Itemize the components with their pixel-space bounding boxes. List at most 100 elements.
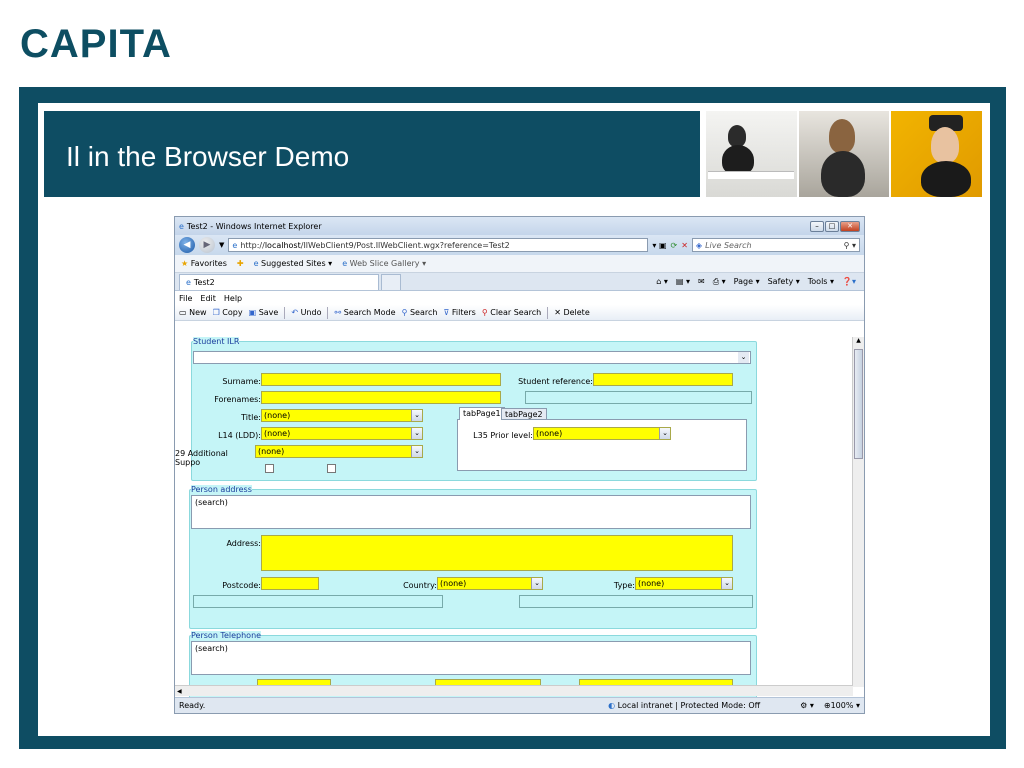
extra-field[interactable] — [525, 391, 752, 404]
feeds-icon[interactable]: ▤ ▾ — [676, 277, 690, 287]
address-search-box[interactable]: (search) — [191, 495, 751, 529]
minimize-button[interactable]: – — [810, 220, 824, 232]
mail-icon[interactable]: ✉ — [698, 277, 705, 287]
ie-logo-icon: e — [186, 278, 191, 287]
star-icon: ★ — [181, 259, 189, 268]
history-dropdown-icon[interactable]: ▼ — [219, 241, 224, 249]
delete-label: Delete — [563, 308, 590, 317]
refresh-icon[interactable]: ⟳ — [671, 241, 678, 250]
student-ref-input[interactable] — [593, 373, 733, 386]
tab-page2[interactable]: tabPage2 — [501, 408, 547, 420]
stop-icon[interactable]: ✕ — [681, 241, 688, 250]
url-prefix: http:// — [240, 240, 265, 250]
postcode-input[interactable] — [261, 577, 319, 590]
app-menu-bar: File Edit Help — [175, 291, 864, 305]
menu-file[interactable]: File — [179, 294, 192, 303]
title-select[interactable]: (none) ⌄ — [261, 409, 423, 422]
safety-menu[interactable]: Safety ▾ — [768, 277, 800, 287]
address-bar-row: ◀ ▶ ▼ e http://localhost/IlWebClient9/Po… — [175, 235, 864, 255]
live-search-logo-icon: ◈ — [695, 240, 703, 250]
l14-select[interactable]: (none) ⌄ — [261, 427, 423, 440]
menu-edit[interactable]: Edit — [200, 294, 216, 303]
chevron-down-icon[interactable]: ⌄ — [411, 410, 422, 421]
forenames-input[interactable] — [261, 391, 501, 404]
capita-logo: CAPITA — [20, 22, 172, 66]
favorites-button[interactable]: ★ Favorites — [181, 259, 227, 268]
web-slice-label: Web Slice Gallery ▾ — [349, 259, 427, 268]
student-ref-label: Student reference: — [518, 377, 593, 386]
new-tab-button[interactable] — [381, 274, 401, 290]
undo-button[interactable]: ↶ Undo — [291, 308, 321, 317]
home-icon[interactable]: ⌂ ▾ — [656, 277, 668, 287]
protected-mode-icon[interactable]: ⚙ ▾ — [800, 701, 824, 710]
add-favorite-icon[interactable]: ✚ — [237, 259, 244, 268]
type-label: Type: — [613, 581, 635, 590]
tools-menu[interactable]: Tools ▾ — [808, 277, 834, 287]
chevron-down-icon[interactable]: ⌄ — [531, 578, 542, 589]
zoom-control[interactable]: ⊕100% ▾ — [824, 701, 860, 710]
suggested-sites-link[interactable]: e Suggested Sites ▾ — [254, 259, 333, 268]
delete-icon: ✕ — [554, 308, 561, 317]
help-icon[interactable]: ❓▾ — [842, 277, 856, 287]
forward-button[interactable]: ▶ — [199, 237, 215, 253]
chevron-down-icon[interactable]: ⌄ — [721, 578, 732, 589]
chevron-down-icon[interactable]: ⌄ — [659, 428, 670, 439]
tab-title: Test2 — [193, 278, 215, 287]
title-value: (none) — [264, 411, 291, 420]
address-extra-field-2[interactable] — [519, 595, 753, 608]
chevron-down-icon[interactable]: ⌄ — [411, 446, 422, 457]
web-slice-gallery-link[interactable]: e Web Slice Gallery ▾ — [342, 259, 426, 268]
clear-search-label: Clear Search — [490, 308, 542, 317]
photo-student-reading — [798, 111, 890, 197]
scroll-thumb[interactable] — [854, 349, 863, 459]
copy-button[interactable]: ❐ Copy — [213, 308, 243, 317]
chevron-down-icon[interactable]: ⌄ — [411, 428, 422, 439]
photo-student-thinking — [891, 111, 983, 197]
scroll-left-icon[interactable]: ◀ — [175, 688, 182, 695]
tab-page1[interactable]: tabPage1 — [459, 407, 505, 420]
undo-icon: ↶ — [291, 308, 299, 317]
l35-select[interactable]: (none) ⌄ — [533, 427, 671, 440]
back-button[interactable]: ◀ — [179, 237, 195, 253]
print-icon[interactable]: ⎙ ▾ — [713, 277, 726, 287]
country-label: Country: — [403, 581, 437, 590]
delete-button[interactable]: ✕ Delete — [554, 308, 590, 317]
search-mode-button[interactable]: ⚯ Search Mode — [334, 308, 395, 317]
save-button[interactable]: ▣ Save — [249, 308, 279, 317]
checkbox-2[interactable] — [327, 464, 336, 473]
l29-select[interactable]: (none) ⌄ — [255, 445, 423, 458]
clear-search-button[interactable]: ⚲ Clear Search — [482, 308, 541, 317]
maximize-button[interactable]: □ — [825, 220, 839, 232]
favorites-label: Favorites — [190, 259, 227, 268]
compat-view-icon[interactable]: ▾ ▣ — [652, 241, 666, 250]
country-select[interactable]: (none) ⌄ — [437, 577, 543, 590]
address-input[interactable] — [261, 535, 733, 571]
horizontal-scrollbar[interactable]: ◀ — [175, 685, 853, 696]
slide-title: Il in the Browser Demo — [44, 111, 700, 197]
search-button[interactable]: ⚲ Search — [402, 308, 438, 317]
student-selector[interactable]: ⌄ — [193, 351, 751, 364]
menu-help[interactable]: Help — [224, 294, 242, 303]
suggested-sites-label: Suggested Sites ▾ — [261, 259, 333, 268]
ie-titlebar: e Test2 - Windows Internet Explorer – □ … — [175, 217, 864, 235]
url-input[interactable]: e http://localhost/IlWebClient9/Post.IlW… — [228, 238, 649, 252]
close-button[interactable]: ✕ — [840, 220, 860, 232]
telephone-search-box[interactable]: (search) — [191, 641, 751, 675]
page-menu[interactable]: Page ▾ — [734, 277, 760, 287]
tab-test2[interactable]: e Test2 — [179, 274, 379, 290]
l35-value: (none) — [536, 429, 563, 438]
chevron-down-icon[interactable]: ⌄ — [738, 352, 749, 363]
address-extra-field-1[interactable] — [193, 595, 443, 608]
clear-search-icon: ⚲ — [481, 308, 488, 317]
copy-label: Copy — [222, 308, 243, 317]
command-bar: ⌂ ▾ ▤ ▾ ✉ ⎙ ▾ Page ▾ Safety ▾ Tools ▾ ❓▾ — [656, 277, 860, 287]
new-button[interactable]: ▭ New — [179, 308, 207, 317]
surname-input[interactable] — [261, 373, 501, 386]
checkbox-1[interactable] — [265, 464, 274, 473]
vertical-scrollbar[interactable]: ▲ — [852, 337, 864, 687]
type-select[interactable]: (none) ⌄ — [635, 577, 733, 590]
live-search-input[interactable]: ◈ Live Search ⚲ ▾ — [691, 238, 860, 252]
filters-button[interactable]: ⊽ Filters — [443, 308, 475, 317]
scroll-up-icon[interactable]: ▲ — [853, 337, 864, 347]
search-icon[interactable]: ⚲ ▾ — [844, 241, 856, 250]
